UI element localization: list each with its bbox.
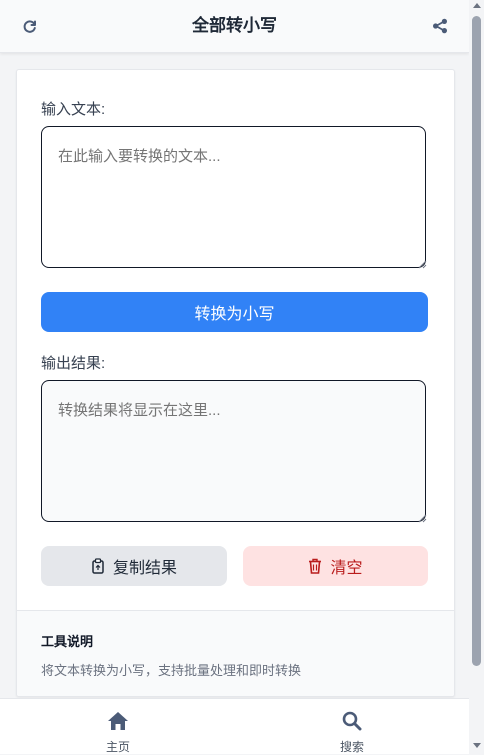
- scroll-down-arrow-icon[interactable]: [472, 743, 481, 748]
- share-button[interactable]: [428, 14, 452, 38]
- copy-result-button[interactable]: 复制结果: [41, 546, 227, 586]
- convert-button[interactable]: 转换为小写: [41, 292, 428, 332]
- scrollbar-thumb[interactable]: [472, 16, 481, 666]
- clear-button[interactable]: 清空: [243, 546, 428, 586]
- input-textarea[interactable]: [41, 126, 426, 268]
- search-icon: [342, 711, 362, 731]
- copy-result-label: 复制结果: [112, 560, 177, 577]
- nav-item-home[interactable]: 主页: [88, 711, 148, 755]
- bottom-navigation: 主页 搜索: [0, 698, 469, 754]
- page-title: 全部转小写: [192, 16, 277, 35]
- tool-info-description: 将文本转换为小写，支持批量处理和即时转换: [41, 663, 302, 678]
- nav-home-label: 主页: [105, 740, 130, 754]
- share-icon: [433, 18, 447, 34]
- resize-handle-icon[interactable]: [417, 259, 427, 269]
- clipboard-icon: [92, 558, 104, 574]
- output-textarea[interactable]: [41, 380, 426, 522]
- top-app-bar: 全部转小写: [0, 0, 469, 53]
- tool-info-title: 工具说明: [41, 634, 94, 649]
- clear-label: 清空: [330, 560, 363, 577]
- nav-item-search[interactable]: 搜索: [322, 711, 382, 755]
- converter-card: 输入文本: 转换为小写 输出结果: 复制结果 清空 工具说明 将文本转换为小: [16, 69, 455, 697]
- nav-search-label: 搜索: [339, 740, 364, 754]
- convert-button-label: 转换为小写: [194, 306, 275, 323]
- resize-handle-icon[interactable]: [417, 513, 427, 523]
- home-icon: [108, 712, 128, 730]
- tool-info-section: 工具说明 将文本转换为小写，支持批量处理和即时转换: [17, 610, 454, 696]
- input-label: 输入文本:: [41, 101, 106, 118]
- output-label: 输出结果:: [41, 355, 106, 372]
- scroll-up-arrow-icon[interactable]: [472, 3, 481, 8]
- trash-icon: [309, 558, 322, 574]
